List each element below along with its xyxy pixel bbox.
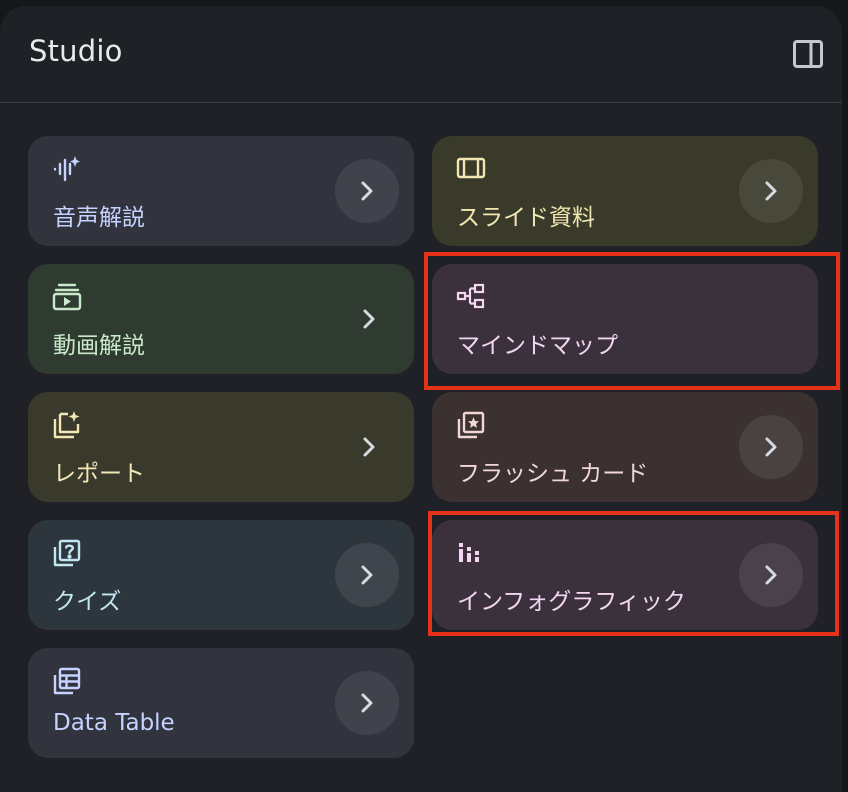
flashcards-icon (456, 410, 486, 440)
open-quiz-button[interactable] (335, 543, 399, 607)
infographic-icon (456, 538, 486, 568)
card-label-audio-overview: 音声解説 (53, 205, 145, 231)
open-flashcards-button[interactable] (739, 415, 803, 479)
video-stack-icon (52, 282, 82, 312)
studio-card-slides[interactable]: スライド資料 (432, 136, 818, 246)
studio-card-audio-overview[interactable]: 音声解説 (28, 136, 414, 246)
studio-card-mind-map[interactable]: マインドマップ (432, 264, 818, 374)
collapse-panel-icon[interactable] (792, 38, 824, 70)
studio-card-flashcards[interactable]: フラッシュ カード (432, 392, 818, 502)
open-slides-button[interactable] (739, 159, 803, 223)
card-label-data-table: Data Table (53, 710, 175, 736)
slides-icon (456, 154, 486, 184)
card-label-video-overview: 動画解説 (53, 333, 145, 359)
open-infographic-button[interactable] (739, 543, 803, 607)
open-audio-overview-button[interactable] (335, 159, 399, 223)
open-video-overview-button[interactable] (354, 300, 384, 338)
studio-card-data-table[interactable]: Data Table (28, 648, 414, 758)
card-label-slides: スライド資料 (457, 205, 595, 231)
studio-card-video-overview[interactable]: 動画解説 (28, 264, 414, 374)
studio-card-quiz[interactable]: クイズ (28, 520, 414, 630)
open-data-table-button[interactable] (335, 671, 399, 735)
card-label-quiz: クイズ (53, 589, 122, 615)
report-sparkle-icon (52, 410, 82, 440)
card-label-mind-map: マインドマップ (457, 333, 618, 359)
studio-card-report[interactable]: レポート (28, 392, 414, 502)
studio-header: Studio (0, 6, 842, 103)
quiz-icon (52, 538, 82, 568)
audio-sparkle-icon (52, 154, 82, 184)
mind-map-icon (456, 282, 486, 312)
panel-title: Studio (29, 34, 123, 68)
data-table-icon (52, 666, 82, 696)
open-report-button[interactable] (354, 428, 384, 466)
studio-card-infographic[interactable]: インフォグラフィック (432, 520, 818, 630)
card-label-flashcards: フラッシュ カード (457, 461, 649, 487)
card-label-infographic: インフォグラフィック (457, 589, 686, 615)
studio-panel: Studio 音声解説 スライド資料 動画解説 マインドマップ レポート フラッ… (0, 6, 842, 792)
card-label-report: レポート (53, 461, 145, 487)
